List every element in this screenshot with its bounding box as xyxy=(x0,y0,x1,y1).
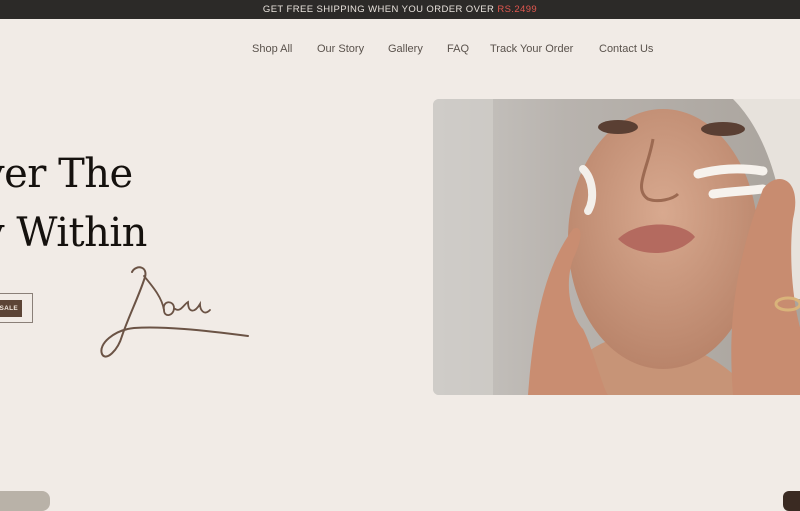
hero-title-line-1: ver The xyxy=(0,151,133,197)
nav-item-our-story[interactable]: Our Story xyxy=(317,43,364,55)
script-you-lettering xyxy=(100,266,249,358)
nav-item-shop-all[interactable]: Shop All xyxy=(252,43,292,55)
main-nav: Shop All Our Story Gallery FAQ Track You… xyxy=(0,43,800,59)
carousel-thumb-right[interactable] xyxy=(783,491,800,511)
nav-item-track-order[interactable]: Track Your Order xyxy=(490,43,573,55)
carousel-thumb-left[interactable] xyxy=(0,491,50,511)
nav-item-gallery[interactable]: Gallery xyxy=(388,43,423,55)
hero-image xyxy=(433,99,800,395)
sale-button-label: SALE xyxy=(0,299,22,317)
announcement-bar: GET FREE SHIPPING WHEN YOU ORDER OVER RS… xyxy=(0,0,800,19)
nav-item-contact-us[interactable]: Contact Us xyxy=(599,43,653,55)
announcement-price: RS.2499 xyxy=(497,4,538,15)
nav-item-faq[interactable]: FAQ xyxy=(447,43,469,55)
sale-button[interactable]: SALE xyxy=(0,293,33,323)
hero-title-line-2: y Within xyxy=(0,210,147,256)
announcement-text: GET FREE SHIPPING WHEN YOU ORDER OVER xyxy=(262,4,495,15)
